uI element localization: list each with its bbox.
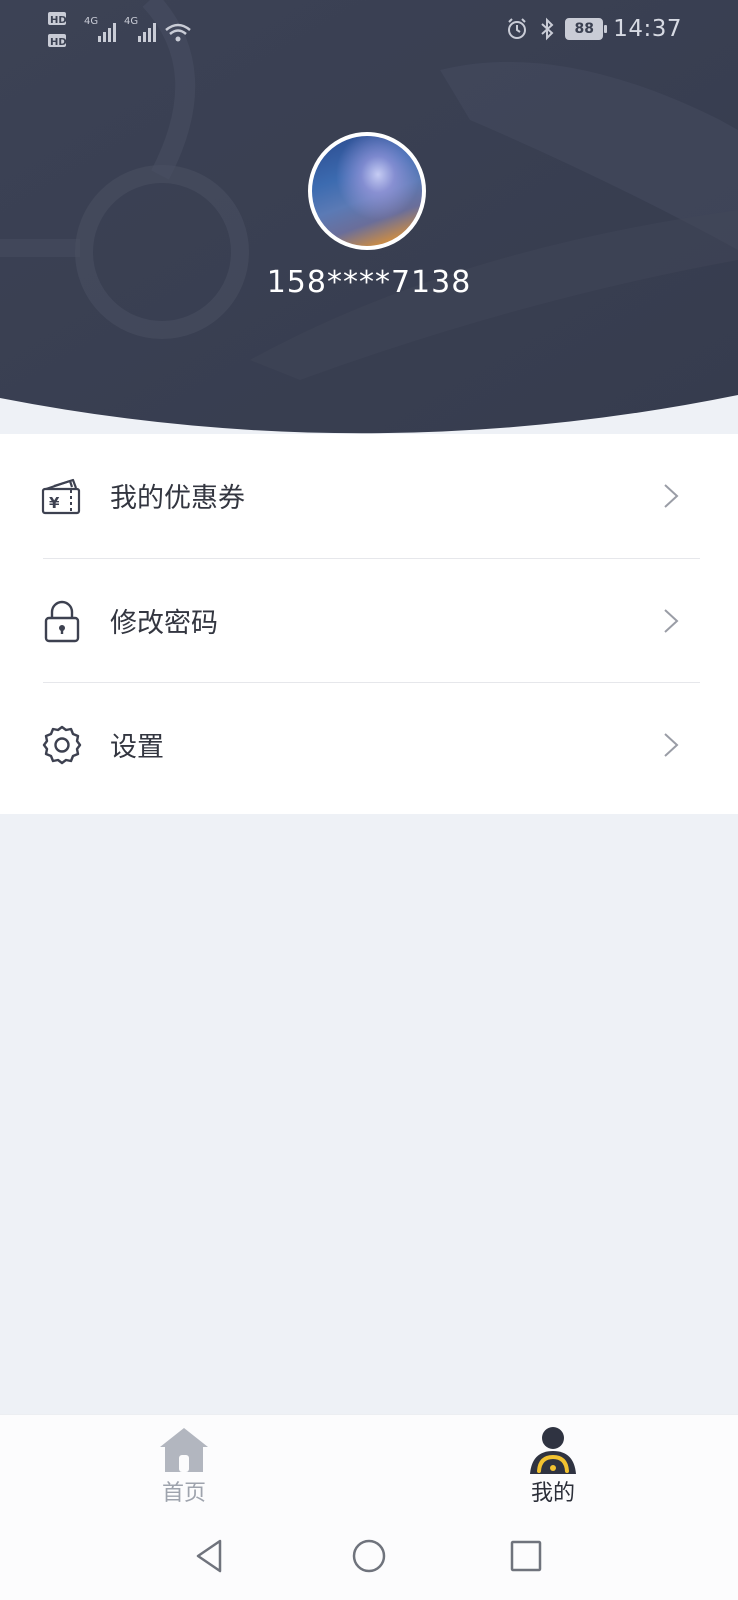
menu-item-change-password[interactable]: 修改密码 bbox=[0, 559, 738, 683]
tab-label: 我的 bbox=[530, 1481, 575, 1506]
gear-icon bbox=[42, 725, 82, 765]
coupon-wallet-icon: ¥ bbox=[41, 478, 81, 515]
profile-header: HD HD 4G 4G 88 14:37 158****7138 bbox=[0, 0, 738, 445]
bluetooth-icon bbox=[541, 17, 554, 41]
menu-list: ¥ 我的优惠券 修改密码 设置 bbox=[0, 434, 738, 814]
system-nav-bar bbox=[0, 1514, 738, 1600]
menu-item-settings[interactable]: 设置 bbox=[0, 683, 738, 807]
menu-item-label: 我的优惠券 bbox=[110, 483, 245, 514]
status-bar: HD HD 4G 4G 88 14:37 bbox=[0, 0, 738, 64]
user-phone: 158****7138 bbox=[266, 265, 472, 300]
home-circle-icon[interactable] bbox=[349, 1536, 389, 1576]
chevron-right-icon bbox=[664, 733, 679, 757]
chevron-right-icon bbox=[664, 484, 679, 508]
driver-icon bbox=[530, 1427, 576, 1474]
bottom-tab-bar: 首页 我的 bbox=[0, 1414, 738, 1515]
menu-item-label: 设置 bbox=[110, 732, 164, 763]
status-time: 14:37 bbox=[613, 16, 682, 42]
tab-home[interactable]: 首页 bbox=[124, 1415, 244, 1515]
recents-icon[interactable] bbox=[506, 1536, 546, 1576]
network2-label: 4G bbox=[124, 16, 138, 27]
sim2-label: HD bbox=[50, 37, 67, 48]
tab-label: 首页 bbox=[161, 1481, 206, 1506]
signal-icon: HD HD 4G 4G bbox=[48, 12, 191, 48]
status-left: HD HD 4G 4G bbox=[48, 10, 208, 60]
sim1-label: HD bbox=[50, 15, 67, 26]
alarm-icon bbox=[508, 18, 527, 39]
battery-icon: 88 bbox=[565, 18, 608, 40]
back-icon[interactable] bbox=[190, 1536, 230, 1576]
menu-item-coupons[interactable]: ¥ 我的优惠券 bbox=[0, 434, 738, 558]
home-icon bbox=[160, 1428, 208, 1472]
avatar[interactable] bbox=[308, 132, 426, 250]
chevron-right-icon bbox=[664, 609, 679, 633]
svg-text:¥: ¥ bbox=[49, 494, 60, 512]
network1-label: 4G bbox=[84, 16, 98, 27]
menu-item-label: 修改密码 bbox=[110, 608, 218, 639]
tab-mine[interactable]: 我的 bbox=[493, 1415, 613, 1515]
lock-icon bbox=[44, 600, 80, 643]
status-right: 88 14:37 bbox=[505, 16, 682, 42]
